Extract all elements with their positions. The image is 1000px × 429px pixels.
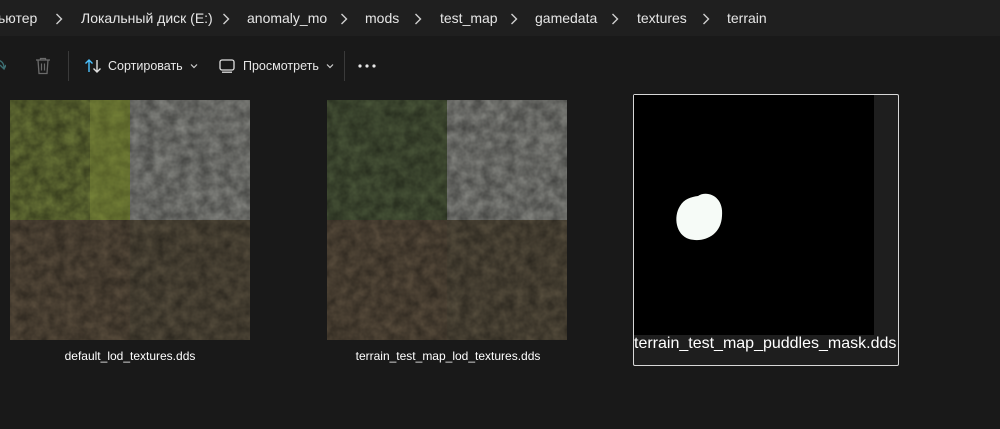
more-icon [358,64,376,68]
chevron-right-icon[interactable] [340,12,348,28]
chevron-right-icon[interactable] [55,12,63,28]
breadcrumb-label: anomaly_mo [247,10,328,26]
file-item[interactable]: terrain_test_map_lod_textures.dds [318,90,578,370]
breadcrumb-item-test-map[interactable]: test_map [440,0,498,36]
chevron-down-icon [326,63,334,69]
chevron-right-icon[interactable] [414,12,422,28]
view-icon [219,59,235,73]
more-options-button[interactable] [358,50,376,82]
mask-preview [634,95,874,335]
file-name: terrain_test_map_puddles_mask.dds [634,335,897,352]
breadcrumb-item-anomaly-mo[interactable]: anomaly_mo [247,0,327,36]
command-bar: Сортировать Просмотреть [0,46,1000,86]
breadcrumb-label: gamedata [535,10,598,26]
view-label: Просмотреть [243,59,319,73]
toolbar-divider [68,51,69,81]
address-bar: ьютер Локальный диск (E:) anomaly_mo mod… [0,0,1000,36]
breadcrumb-label: test_map [440,10,498,26]
chevron-right-icon[interactable] [702,12,710,28]
breadcrumb-label: Локальный диск (E:) [81,10,213,26]
breadcrumb-label: ьютер [0,10,38,26]
share-icon[interactable] [0,58,7,77]
file-thumbnail [10,100,250,340]
texture-preview [10,100,250,340]
breadcrumb-item-terrain[interactable]: terrain [727,0,767,36]
trash-icon[interactable] [35,57,51,78]
file-item-selected[interactable]: terrain_test_map_puddles_mask.dds [633,94,899,366]
file-name: default_lod_textures.dds [64,349,196,363]
chevron-down-icon [190,63,198,69]
breadcrumb-item-local-disk[interactable]: Локальный диск (E:) [81,0,213,36]
sort-icon [84,58,102,74]
breadcrumb-item-textures[interactable]: textures [637,0,687,36]
file-name: terrain_test_map_lod_textures.dds [355,349,541,363]
sort-button[interactable]: Сортировать [84,50,198,82]
breadcrumb-item-gamedata[interactable]: gamedata [535,0,597,36]
chevron-right-icon[interactable] [510,12,518,28]
file-thumbnail [634,95,874,335]
sort-label: Сортировать [108,59,183,73]
breadcrumb-item-computer[interactable]: ьютер [0,0,37,36]
file-item[interactable]: default_lod_textures.dds [0,90,260,370]
toolbar-divider [344,51,345,81]
breadcrumb-label: mods [365,10,400,26]
chevron-right-icon[interactable] [222,12,230,28]
texture-preview [327,100,567,340]
view-button[interactable]: Просмотреть [219,50,334,82]
breadcrumb-item-mods[interactable]: mods [365,0,399,36]
file-thumbnail [327,100,567,340]
breadcrumb-label: textures [637,10,687,26]
breadcrumb-label: terrain [727,10,767,26]
chevron-right-icon[interactable] [611,12,619,28]
